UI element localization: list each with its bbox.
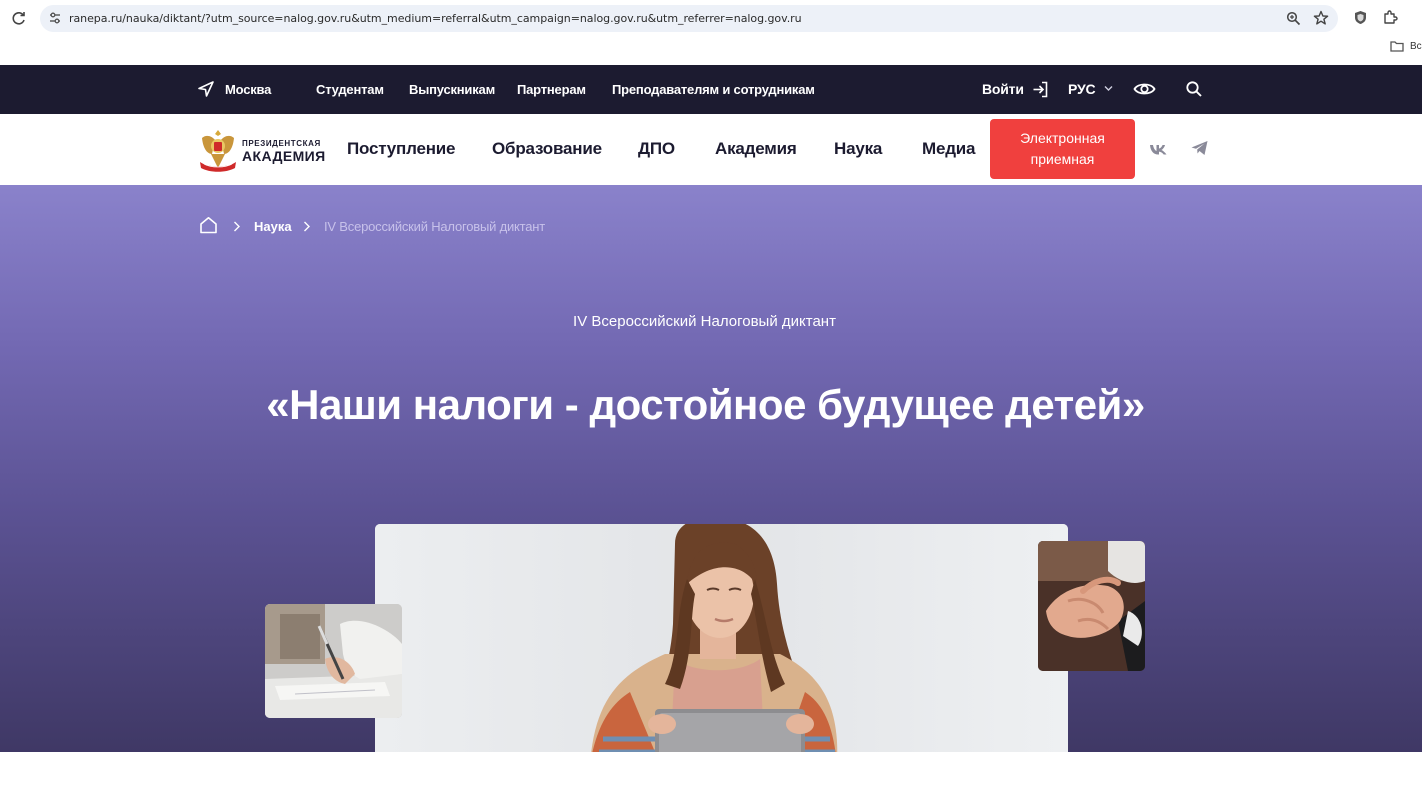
breadcrumb-science[interactable]: Наука bbox=[254, 219, 292, 234]
folder-icon[interactable] bbox=[1390, 40, 1404, 52]
url-text[interactable]: ranepa.ru/nauka/diktant/?utm_source=nalo… bbox=[69, 12, 802, 25]
nav-item-media[interactable]: Медиа bbox=[922, 139, 976, 159]
nav-item-academy[interactable]: Академия bbox=[715, 139, 797, 159]
top-utility-bar: Москва Студентам Выпускникам Партнерам П… bbox=[0, 65, 1422, 114]
topbar-link-graduates[interactable]: Выпускникам bbox=[409, 82, 495, 97]
bookmarks-label[interactable]: Вс bbox=[1410, 41, 1422, 52]
login-icon[interactable] bbox=[1031, 80, 1050, 99]
logo-text-main: АКАДЕМИЯ bbox=[242, 148, 326, 164]
chevron-down-icon[interactable] bbox=[1104, 85, 1113, 92]
bookmark-star-icon[interactable] bbox=[1313, 10, 1329, 26]
accessibility-eye-icon[interactable] bbox=[1133, 80, 1156, 98]
presidential-academy-logo[interactable]: ПРЕЗИДЕНТСКАЯ АКАДЕМИЯ bbox=[198, 124, 326, 176]
hero-section: Наука IV Всероссийский Налоговый диктант… bbox=[0, 185, 1422, 752]
location-arrow-icon bbox=[197, 80, 215, 98]
nav-item-science[interactable]: Наука bbox=[834, 139, 882, 159]
search-icon[interactable] bbox=[1185, 80, 1203, 98]
topbar-link-students[interactable]: Студентам bbox=[316, 82, 384, 97]
nav-item-admission[interactable]: Поступление bbox=[347, 139, 456, 159]
shield-extension-icon[interactable] bbox=[1353, 10, 1368, 25]
city-selector[interactable]: Москва bbox=[225, 82, 271, 97]
telegram-icon[interactable] bbox=[1190, 139, 1209, 157]
vk-icon[interactable] bbox=[1149, 140, 1168, 158]
photo-holding-hands bbox=[1038, 541, 1145, 671]
zoom-icon[interactable] bbox=[1286, 11, 1301, 26]
cta-label-line1: Электронная bbox=[1020, 130, 1105, 146]
reload-icon[interactable] bbox=[10, 9, 28, 27]
electronic-reception-button[interactable]: Электронная приемная bbox=[990, 119, 1135, 179]
address-bar[interactable]: ranepa.ru/nauka/diktant/?utm_source=nalo… bbox=[40, 5, 1338, 32]
emblem-icon bbox=[198, 124, 238, 176]
topbar-link-staff[interactable]: Преподавателям и сотрудникам bbox=[612, 82, 815, 97]
login-link[interactable]: Войти bbox=[982, 81, 1024, 97]
hero-title: «Наши налоги - достойное будущее детей» bbox=[266, 381, 1145, 428]
breadcrumb-chevron-icon bbox=[233, 221, 241, 232]
home-icon[interactable] bbox=[199, 216, 218, 234]
photo-hand-writing bbox=[265, 604, 402, 718]
browser-chrome: ranepa.ru/nauka/diktant/?utm_source=nalo… bbox=[0, 0, 1422, 65]
nav-item-dpo[interactable]: ДПО bbox=[638, 139, 675, 159]
cta-label-line2: приемная bbox=[1030, 151, 1095, 167]
site-settings-icon[interactable] bbox=[48, 11, 62, 25]
main-navigation: ПРЕЗИДЕНТСКАЯ АКАДЕМИЯ Поступление Образ… bbox=[0, 114, 1422, 185]
breadcrumb-current: IV Всероссийский Налоговый диктант bbox=[324, 219, 546, 234]
extensions-puzzle-icon[interactable] bbox=[1382, 9, 1398, 25]
logo-text-top: ПРЕЗИДЕНТСКАЯ bbox=[242, 139, 321, 148]
hero-subtitle: IV Всероссийский Налоговый диктант bbox=[573, 313, 836, 330]
language-selector[interactable]: РУС bbox=[1068, 81, 1096, 97]
breadcrumb-chevron-icon bbox=[303, 221, 311, 232]
hero-photo-woman-tablet bbox=[375, 524, 1068, 752]
nav-item-education[interactable]: Образование bbox=[492, 139, 602, 159]
topbar-link-partners[interactable]: Партнерам bbox=[517, 82, 586, 97]
